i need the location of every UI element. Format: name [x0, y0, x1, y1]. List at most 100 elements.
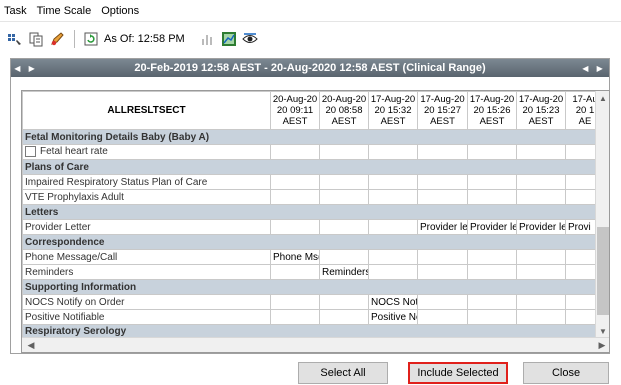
copy-icon[interactable] [27, 30, 45, 48]
result-cell[interactable] [319, 219, 369, 235]
date-column-header-line: 20 15:32 [374, 105, 412, 116]
result-cell[interactable] [417, 144, 468, 160]
section-row[interactable]: Letters [22, 204, 605, 220]
section-row[interactable]: Correspondence [22, 234, 605, 250]
scroll-right-icon[interactable]: ▶ [595, 338, 609, 352]
result-cell[interactable] [368, 264, 418, 280]
result-label: Fetal heart rate [40, 146, 108, 158]
result-cell[interactable] [516, 249, 566, 265]
scroll-up-icon[interactable]: ▲ [596, 91, 609, 105]
result-cell[interactable] [516, 174, 566, 190]
result-cell[interactable] [270, 264, 320, 280]
result-cell[interactable]: Provider le [467, 219, 517, 235]
section-row[interactable]: Fetal Monitoring Details Baby (Baby A) [22, 129, 605, 145]
result-cell[interactable] [516, 294, 566, 310]
date-column-header[interactable]: 17-Aug-20 20 15:27 AEST [417, 91, 468, 130]
result-cell[interactable] [368, 189, 418, 205]
flowsheet-icon[interactable] [6, 30, 24, 48]
result-cell[interactable] [467, 144, 517, 160]
result-cell[interactable] [516, 189, 566, 205]
result-cell[interactable]: Positive Nc [368, 309, 418, 325]
result-cell[interactable] [368, 219, 418, 235]
result-cell[interactable] [270, 219, 320, 235]
result-cell[interactable] [417, 294, 468, 310]
result-cell[interactable] [516, 144, 566, 160]
result-label-cell: Impaired Respiratory Status Plan of Care [22, 174, 271, 190]
result-row[interactable]: Phone Message/Call Phone Ms( [22, 249, 605, 265]
result-cell[interactable] [516, 264, 566, 280]
result-cell[interactable] [417, 264, 468, 280]
result-row[interactable]: Impaired Respiratory Status Plan of Care [22, 174, 605, 190]
section-label: Supporting Information [22, 279, 605, 295]
bar-chart-icon[interactable] [199, 30, 217, 48]
view-filter-icon[interactable] [241, 30, 259, 48]
result-cell[interactable] [270, 144, 320, 160]
result-cell[interactable] [467, 309, 517, 325]
result-label: Reminders [25, 266, 74, 278]
row-checkbox[interactable] [25, 146, 36, 158]
result-cell[interactable] [467, 264, 517, 280]
result-cell[interactable] [467, 294, 517, 310]
result-cell[interactable] [467, 189, 517, 205]
include-selected-button[interactable]: Include Selected [408, 362, 508, 384]
result-cell[interactable] [270, 189, 320, 205]
result-row[interactable]: Fetal heart rate [22, 144, 605, 160]
result-cell[interactable]: Provider le [417, 219, 468, 235]
result-cell[interactable] [516, 309, 566, 325]
result-row[interactable]: NOCS Notify on Order NOCS Noti [22, 294, 605, 310]
result-row[interactable]: VTE Prophylaxis Adult [22, 189, 605, 205]
result-cell[interactable] [270, 309, 320, 325]
result-cell[interactable] [319, 174, 369, 190]
result-cell[interactable] [319, 309, 369, 325]
section-row[interactable]: Plans of Care [22, 159, 605, 175]
result-cell[interactable] [417, 174, 468, 190]
row-header: ALLRESLTSECT [22, 91, 271, 130]
result-cell[interactable] [417, 249, 468, 265]
result-cell[interactable] [319, 249, 369, 265]
result-cell[interactable] [467, 174, 517, 190]
date-column-header[interactable]: 20-Aug-20 20 09:11 AEST [270, 91, 320, 130]
clinical-range-bar: ◀ ▶ 20-Feb-2019 12:58 AEST - 20-Aug-2020… [11, 59, 609, 77]
graph-view-icon[interactable] [220, 30, 238, 48]
range-nav-left[interactable]: ◀ ▶ [11, 59, 41, 77]
result-cell[interactable]: Phone Ms( [270, 249, 320, 265]
vertical-scroll-thumb[interactable] [597, 227, 609, 315]
edit-icon[interactable] [48, 30, 66, 48]
result-cell[interactable] [368, 249, 418, 265]
menu-time-scale[interactable]: Time Scale [37, 5, 92, 17]
vertical-scrollbar[interactable]: ▲ ▼ [595, 91, 609, 338]
result-cell[interactable] [368, 144, 418, 160]
menu-task[interactable]: Task [4, 5, 27, 17]
result-row[interactable]: Positive Notifiable Positive Nc [22, 309, 605, 325]
result-cell[interactable] [319, 144, 369, 160]
result-cell[interactable] [467, 249, 517, 265]
as-of-control[interactable]: As Of: 12:58 PM [82, 30, 185, 48]
scroll-down-icon[interactable]: ▼ [596, 324, 609, 338]
result-cell[interactable] [319, 189, 369, 205]
horizontal-scrollbar[interactable]: ◀ ▶ [22, 337, 609, 352]
result-cell[interactable] [319, 294, 369, 310]
date-column-header[interactable]: 17-Aug-20 20 15:23 AEST [516, 91, 566, 130]
result-cell[interactable] [417, 189, 468, 205]
scroll-left-icon[interactable]: ◀ [24, 338, 38, 352]
result-cell[interactable] [270, 294, 320, 310]
result-label: Impaired Respiratory Status Plan of Care [25, 176, 208, 188]
select-all-button[interactable]: Select All [298, 362, 388, 384]
result-row[interactable]: Reminders Reminders [22, 264, 605, 280]
result-cell[interactable] [368, 174, 418, 190]
close-button[interactable]: Close [523, 362, 609, 384]
date-column-header[interactable]: 17-Aug-20 20 15:32 AEST [368, 91, 418, 130]
section-row[interactable]: Supporting Information [22, 279, 605, 295]
date-column-header[interactable]: 20-Aug-20 20 08:58 AEST [319, 91, 369, 130]
result-cell[interactable] [270, 174, 320, 190]
clinical-range-title: 20-Feb-2019 12:58 AEST - 20-Aug-2020 12:… [134, 62, 486, 74]
date-column-header[interactable]: 17-Aug-20 20 15:26 AEST [467, 91, 517, 130]
range-nav-right[interactable]: ◀ ▶ [579, 59, 609, 77]
result-cell[interactable]: Provider le [516, 219, 566, 235]
result-label-cell: Provider Letter [22, 219, 271, 235]
result-cell[interactable] [417, 309, 468, 325]
result-cell[interactable]: NOCS Noti [368, 294, 418, 310]
menu-options[interactable]: Options [101, 5, 139, 17]
result-row[interactable]: Provider Letter Provider le Provider le Pro… [22, 219, 605, 235]
result-cell[interactable]: Reminders [319, 264, 369, 280]
